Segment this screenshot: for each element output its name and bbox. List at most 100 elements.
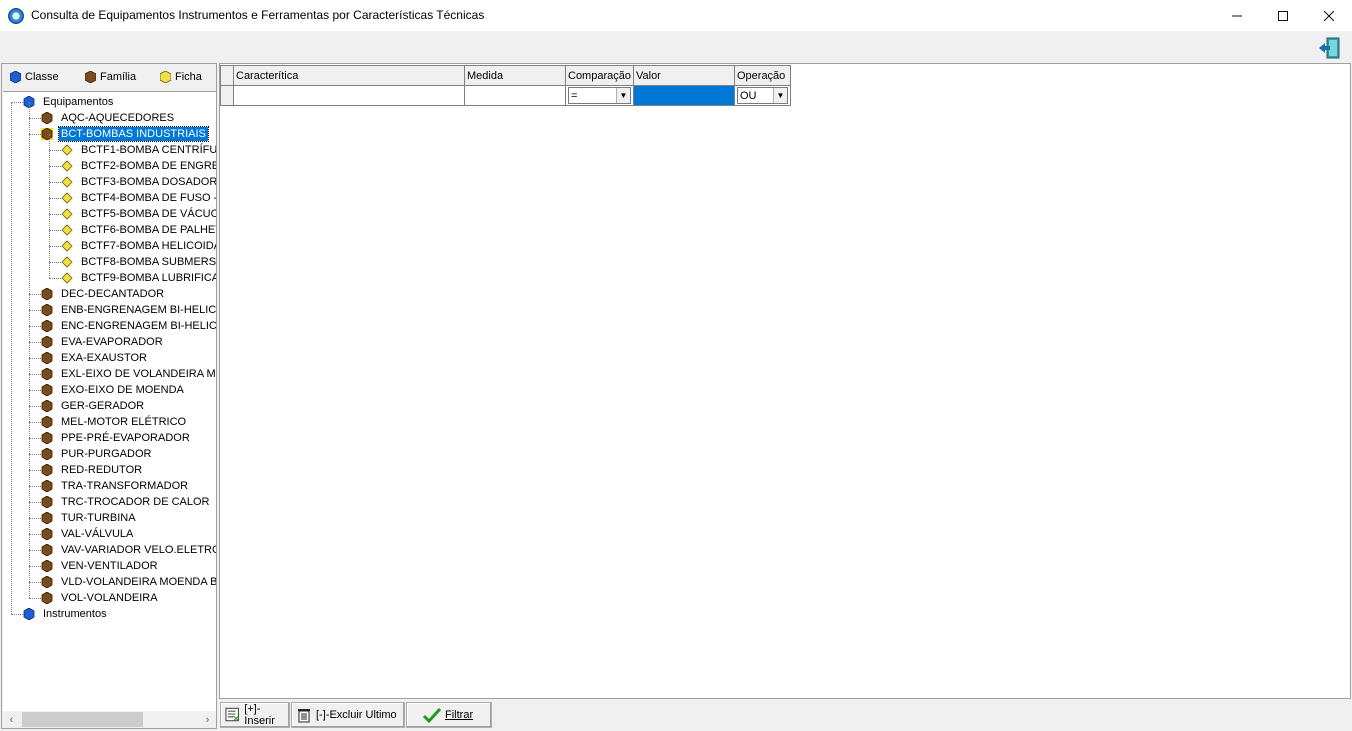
comparacao-select[interactable]: = ▼ bbox=[568, 87, 631, 104]
tree-connector bbox=[11, 614, 23, 615]
tree-node-label: BCTF1-BOMBA CENTRÍFUGA bbox=[81, 144, 216, 156]
tree-node-instrumentos[interactable]: Instrumentos bbox=[23, 606, 109, 622]
tree-node-family[interactable]: GER-GERADOR bbox=[41, 398, 146, 414]
cell-comparacao[interactable]: = ▼ bbox=[565, 85, 634, 106]
tree-node-family[interactable]: PUR-PURGADOR bbox=[41, 446, 153, 462]
tree-node-family[interactable]: VEN-VENTILADOR bbox=[41, 558, 160, 574]
tree-node-ficha[interactable]: BCTF2-BOMBA DE ENGRENAGEM bbox=[61, 158, 216, 174]
tree-node-label: VOL-VOLANDEIRA bbox=[61, 592, 158, 604]
tree-node-family[interactable]: ENC-ENGRENAGEM BI-HELICOIDAL bbox=[41, 318, 216, 334]
tree-horizontal-scrollbar[interactable]: ‹ › bbox=[3, 711, 216, 728]
brown-gem-icon bbox=[41, 288, 53, 300]
tree-node-equipamentos[interactable]: Equipamentos bbox=[23, 94, 115, 110]
header-valor[interactable]: Valor bbox=[632, 65, 735, 86]
tree-node-label: BCTF6-BOMBA DE PALHETAS bbox=[81, 224, 216, 236]
tree-node-family[interactable]: VOL-VOLANDEIRA bbox=[41, 590, 160, 606]
yellow-gem-icon bbox=[160, 71, 171, 83]
excluir-ultimo-button[interactable]: [-]-Excluir Ultimo bbox=[291, 702, 405, 728]
tree-node-label: BCTF4-BOMBA DE FUSO - MONO bbox=[81, 192, 216, 204]
operacao-select[interactable]: OU ▼ bbox=[736, 87, 788, 104]
app-icon bbox=[8, 8, 24, 24]
header-caracteristica[interactable]: Caracterítica bbox=[233, 65, 465, 86]
tree-node-ficha[interactable]: BCTF4-BOMBA DE FUSO - MONO bbox=[61, 190, 216, 206]
brown-gem-icon bbox=[41, 400, 53, 412]
tree-node-ficha[interactable]: BCTF3-BOMBA DOSADORA bbox=[61, 174, 216, 190]
tree-node-ficha[interactable]: BCTF7-BOMBA HELICOIDAL bbox=[61, 238, 216, 254]
yellow-gem-icon bbox=[61, 224, 73, 236]
tree-connector bbox=[49, 198, 61, 199]
tree-node-family[interactable]: BCT-BOMBAS INDUSTRIAIS bbox=[41, 126, 209, 142]
tree-node-ficha[interactable]: BCTF1-BOMBA CENTRÍFUGA bbox=[61, 142, 216, 158]
tree-node-family[interactable]: EXO-EIXO DE MOENDA bbox=[41, 382, 186, 398]
tree-node-family[interactable]: VAL-VÁLVULA bbox=[41, 526, 135, 542]
inserir-button[interactable]: [+]-Inserir bbox=[220, 702, 290, 728]
scrollbar-thumb[interactable] bbox=[22, 712, 143, 727]
header-comparacao[interactable]: Comparação bbox=[565, 65, 634, 86]
chevron-down-icon[interactable]: ▼ bbox=[615, 88, 630, 103]
tree-connector bbox=[11, 102, 12, 614]
brown-gem-icon bbox=[41, 464, 53, 476]
tree-node-label: VEN-VENTILADOR bbox=[61, 560, 158, 572]
classification-tree[interactable]: Equipamentos AQC-AQUECEDORES BCT-BOMBAS IN… bbox=[3, 91, 216, 711]
tree-node-family[interactable]: ENB-ENGRENAGEM BI-HELICOIDAL bbox=[41, 302, 216, 318]
tree-node-ficha[interactable]: BCTF6-BOMBA DE PALHETAS bbox=[61, 222, 216, 238]
tree-node-label: BCTF3-BOMBA DOSADORA bbox=[81, 176, 216, 188]
tree-node-label: BCTF2-BOMBA DE ENGRENAGEM bbox=[81, 160, 216, 172]
tree-node-family[interactable]: VAV-VARIADOR VELO.ELETROMAGNÉTICO bbox=[41, 542, 216, 558]
tree-node-label: DEC-DECANTADOR bbox=[61, 288, 165, 300]
chevron-down-icon[interactable]: ▼ bbox=[772, 88, 787, 103]
tree-node-label: PUR-PURGADOR bbox=[61, 448, 152, 460]
tab-familia[interactable]: Família bbox=[77, 64, 152, 90]
tab-classe[interactable]: Classe bbox=[2, 64, 77, 90]
yellow-gem-icon bbox=[61, 240, 73, 252]
yellow-gem-icon bbox=[61, 272, 73, 284]
close-button[interactable] bbox=[1306, 0, 1352, 31]
scroll-left-icon[interactable]: ‹ bbox=[3, 711, 20, 728]
tree-connector bbox=[49, 230, 61, 231]
tree-node-family[interactable]: EXL-EIXO DE VOLANDEIRA MOENDA bbox=[41, 366, 216, 382]
yellow-gem-icon bbox=[61, 144, 73, 156]
tree-node-family[interactable]: EVA-EVAPORADOR bbox=[41, 334, 165, 350]
tree-node-family[interactable]: AQC-AQUECEDORES bbox=[41, 110, 176, 126]
window-title: Consulta de Equipamentos Instrumentos e … bbox=[31, 8, 485, 22]
maximize-button[interactable] bbox=[1260, 0, 1306, 31]
tree-node-label: BCTF7-BOMBA HELICOIDAL bbox=[81, 240, 216, 252]
brown-gem-icon bbox=[41, 496, 53, 508]
exit-door-icon bbox=[1319, 37, 1340, 59]
brown-gem-icon bbox=[41, 336, 53, 348]
tree-node-family[interactable]: PPE-PRÉ-EVAPORADOR bbox=[41, 430, 192, 446]
yellow-gem-icon bbox=[61, 176, 73, 188]
tab-ficha[interactable]: Ficha bbox=[152, 64, 216, 90]
scroll-right-icon[interactable]: › bbox=[199, 711, 216, 728]
tree-node-family[interactable]: DEC-DECANTADOR bbox=[41, 286, 166, 302]
tree-node-ficha[interactable]: BCTF5-BOMBA DE VÁCUO DE ANEL bbox=[61, 206, 216, 222]
tree-node-family[interactable]: TUR-TURBINA bbox=[41, 510, 138, 526]
tree-node-label: VAL-VÁLVULA bbox=[61, 528, 134, 540]
cell-medida[interactable] bbox=[464, 85, 566, 106]
tree-node-ficha[interactable]: BCTF8-BOMBA SUBMERSA bbox=[61, 254, 216, 270]
tree-node-family[interactable]: TRC-TROCADOR DE CALOR bbox=[41, 494, 212, 510]
comparacao-value: = bbox=[571, 89, 578, 102]
header-medida[interactable]: Medida bbox=[464, 65, 566, 86]
brown-gem-icon bbox=[41, 416, 53, 428]
title-bar: Consulta de Equipamentos Instrumentos e … bbox=[0, 0, 1352, 31]
tree-node-family[interactable]: TRA-TRANSFORMADOR bbox=[41, 478, 190, 494]
tree-node-family[interactable]: EXA-EXAUSTOR bbox=[41, 350, 149, 366]
exit-button[interactable] bbox=[1318, 37, 1342, 59]
cell-caracteristica[interactable] bbox=[233, 85, 465, 106]
cell-operacao[interactable]: OU ▼ bbox=[733, 85, 791, 106]
minimize-button[interactable] bbox=[1214, 0, 1260, 31]
tree-node-ficha[interactable]: BCTF9-BOMBA LUBRIFICAÇÃO bbox=[61, 270, 216, 286]
brown-gem-icon bbox=[41, 480, 53, 492]
filtrar-button[interactable]: Filtrar bbox=[406, 702, 492, 728]
tab-ficha-label: Ficha bbox=[175, 71, 202, 83]
tab-classe-label: Classe bbox=[25, 71, 59, 83]
operacao-value: OU bbox=[739, 89, 757, 102]
tree-node-family[interactable]: RED-REDUTOR bbox=[41, 462, 144, 478]
tree-node-family[interactable]: MEL-MOTOR ELÉTRICO bbox=[41, 414, 188, 430]
tree-node-label: BCT-BOMBAS INDUSTRIAIS bbox=[58, 126, 209, 142]
cell-valor[interactable] bbox=[632, 85, 735, 106]
header-operacao[interactable]: Operação bbox=[733, 65, 791, 86]
tree-node-label: VAV-VARIADOR VELO.ELETROMAGNÉTICO bbox=[61, 544, 216, 556]
tree-node-family[interactable]: VLD-VOLANDEIRA MOENDA B bbox=[41, 574, 216, 590]
